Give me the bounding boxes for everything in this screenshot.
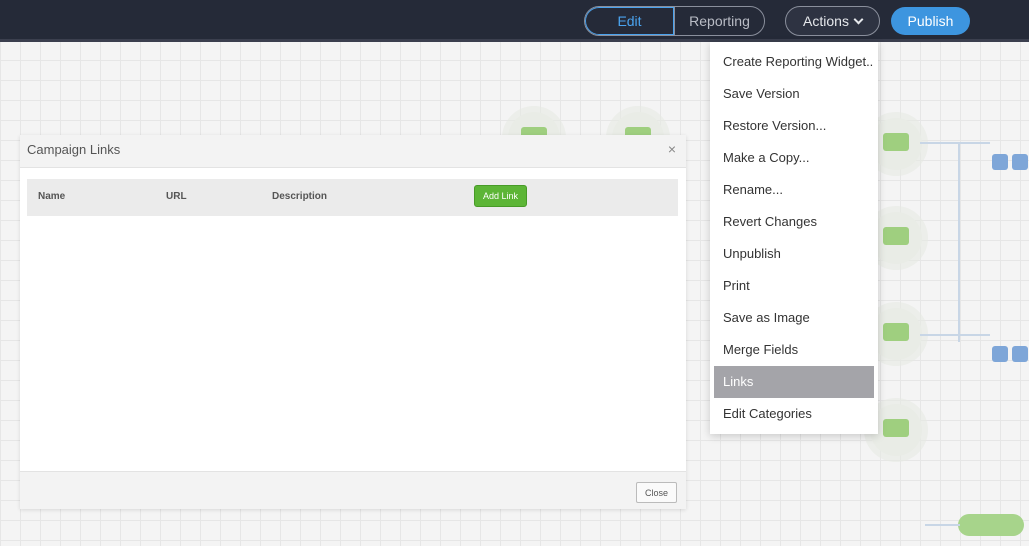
dialog-title: Campaign Links [27,142,121,157]
canvas-mini-node [1012,346,1028,362]
menu-item-restore-version[interactable]: Restore Version... [714,110,874,142]
connector-line [958,142,960,342]
dialog-footer: Close [20,471,686,509]
menu-item-links[interactable]: Links [714,366,874,398]
actions-label: Actions [803,13,849,29]
edit-tab[interactable]: Edit [585,7,675,35]
canvas-mini-node [1012,154,1028,170]
column-header-name: Name [38,191,66,202]
top-bar: Edit Reporting Actions Publish [0,0,1029,42]
reporting-tab[interactable]: Reporting [674,7,764,35]
menu-item-revert-changes[interactable]: Revert Changes [714,206,874,238]
canvas-pill-node [958,514,1024,536]
canvas-mini-node [992,346,1008,362]
canvas-mini-node [992,154,1008,170]
links-table-header: Name URL Description Add Link [27,179,678,216]
chevron-down-icon [853,14,864,24]
actions-menu: Create Reporting Widget... Save Version … [710,42,878,434]
menu-item-unpublish[interactable]: Unpublish [714,238,874,270]
menu-item-save-as-image[interactable]: Save as Image [714,302,874,334]
close-button[interactable]: Close [636,482,677,503]
campaign-links-dialog: Campaign Links × Name URL Description Ad… [20,135,686,509]
menu-item-save-version[interactable]: Save Version [714,78,874,110]
menu-item-rename[interactable]: Rename... [714,174,874,206]
menu-item-edit-categories[interactable]: Edit Categories [714,398,874,430]
column-header-description: Description [272,191,328,202]
actions-button[interactable]: Actions [785,6,880,36]
menu-item-print[interactable]: Print [714,270,874,302]
menu-item-create-reporting-widget[interactable]: Create Reporting Widget... [714,46,874,78]
add-link-button[interactable]: Add Link [474,185,527,207]
connector-line [920,142,990,144]
column-header-url: URL [166,191,187,202]
mode-toggle: Edit Reporting [584,6,765,36]
connector-line [920,334,990,336]
menu-item-merge-fields[interactable]: Merge Fields [714,334,874,366]
connector-line [925,524,960,526]
menu-item-make-a-copy[interactable]: Make a Copy... [714,142,874,174]
dialog-header: Campaign Links × [20,135,686,168]
publish-button[interactable]: Publish [891,7,970,35]
close-icon[interactable]: × [668,141,676,157]
